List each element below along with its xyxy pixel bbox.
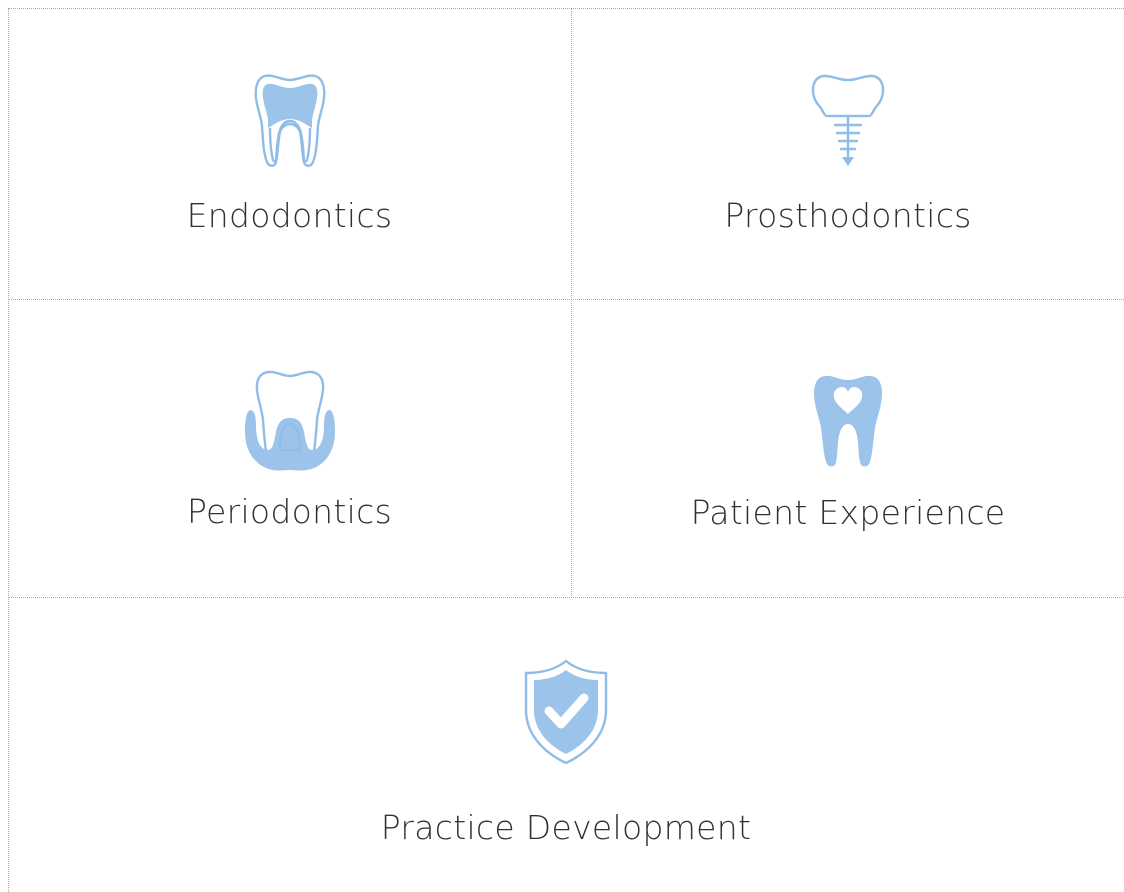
dental-implant-icon [811, 74, 885, 166]
specialty-grid: Endodontics Prosthodontics Periodontics … [8, 8, 1124, 892]
category-label: Practice Development [380, 808, 752, 847]
category-prosthodontics[interactable]: Prosthodontics [572, 8, 1124, 299]
tooth-heart-icon [814, 375, 882, 467]
tooth-root-canal-icon [254, 74, 325, 167]
category-label: Prosthodontics [724, 196, 972, 235]
category-practice-development[interactable]: Practice Development [8, 598, 1124, 892]
category-label: Endodontics [186, 196, 393, 235]
category-periodontics[interactable]: Periodontics [8, 300, 571, 597]
category-endodontics[interactable]: Endodontics [8, 8, 571, 299]
shield-check-icon [524, 659, 608, 765]
category-patient-experience[interactable]: Patient Experience [572, 300, 1124, 597]
tooth-gum-icon [244, 370, 335, 471]
category-label: Patient Experience [690, 493, 1006, 532]
category-label: Periodontics [186, 492, 393, 531]
